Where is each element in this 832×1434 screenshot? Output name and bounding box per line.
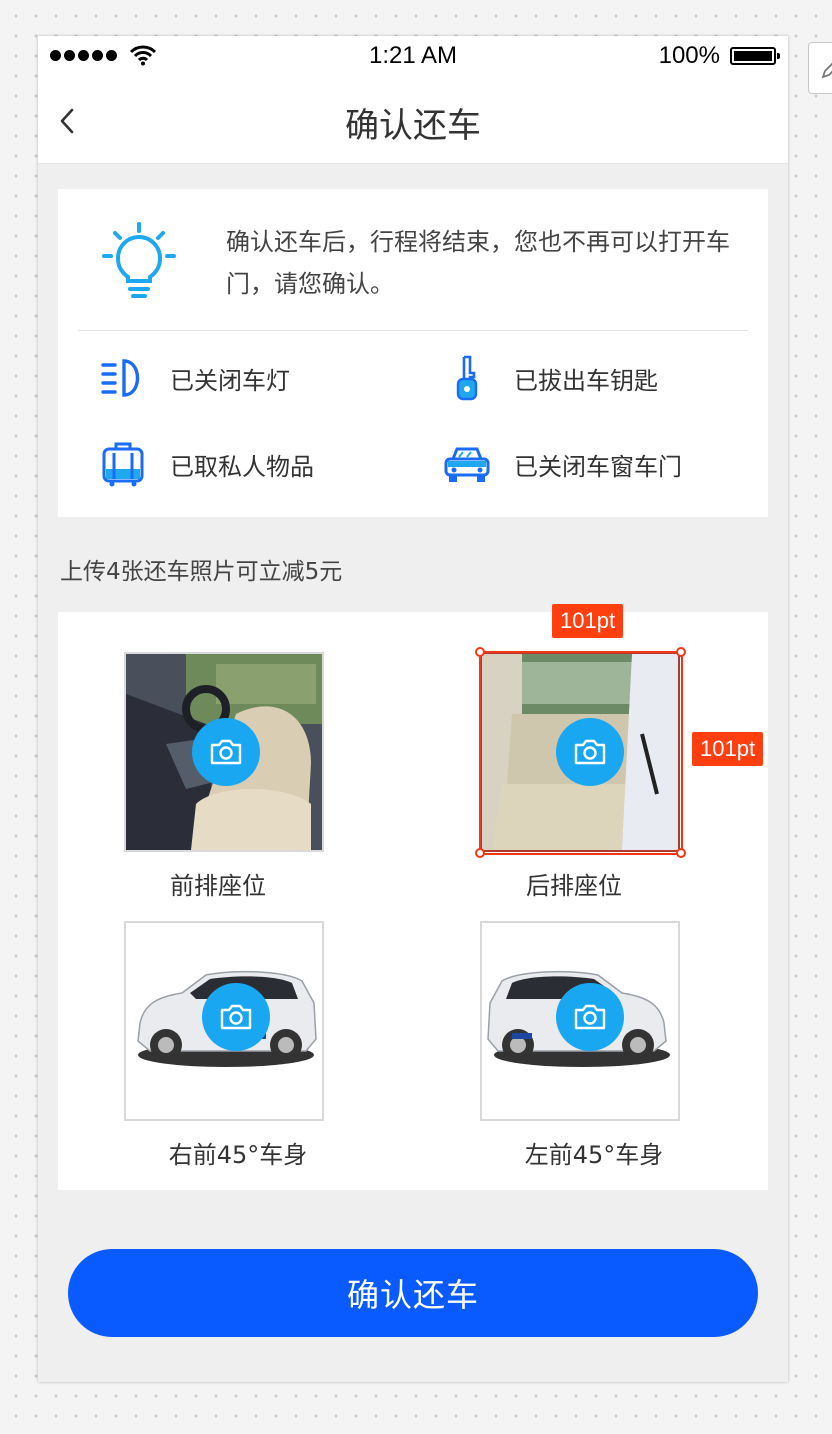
battery-icon <box>730 47 780 65</box>
camera-icon[interactable] <box>192 718 260 786</box>
photo-label: 后排座位 <box>526 872 622 900</box>
check-label: 已拔出车钥匙 <box>514 366 658 395</box>
front-seat-photo[interactable] <box>124 652 324 852</box>
lightbulb-icon <box>102 222 176 298</box>
photo-label: 前排座位 <box>170 872 266 900</box>
resize-handle[interactable] <box>475 848 485 858</box>
photo-label: 左前45°车身 <box>524 1141 664 1169</box>
resize-handle[interactable] <box>475 647 485 657</box>
check-windows-doors: 已关闭车窗车门 <box>442 439 682 489</box>
photo-label: 右前45°车身 <box>168 1141 308 1169</box>
luggage-icon <box>98 439 148 489</box>
car-front-icon <box>442 439 492 489</box>
confirm-return-button[interactable]: 确认还车 <box>68 1249 758 1337</box>
car-right-front-photo[interactable] <box>124 921 324 1121</box>
check-label: 已关闭车灯 <box>170 366 290 395</box>
pen-icon <box>821 62 832 79</box>
check-label: 已关闭车窗车门 <box>514 452 682 481</box>
headlight-icon <box>98 353 148 403</box>
pen-tool-button[interactable] <box>808 42 832 94</box>
resize-handle[interactable] <box>676 848 686 858</box>
check-belongings: 已取私人物品 <box>98 439 314 489</box>
resize-handle[interactable] <box>676 647 686 657</box>
selection-outline <box>479 651 683 855</box>
height-measure-badge: 101pt <box>692 732 764 766</box>
upload-hint: 上传4张还车照片可立减5元 <box>60 559 343 585</box>
check-headlights: 已关闭车灯 <box>98 353 290 403</box>
nav-bar: 确认还车 <box>38 76 788 164</box>
check-key: 已拔出车钥匙 <box>442 353 658 403</box>
page-title: 确认还车 <box>345 106 481 146</box>
car-key-icon <box>442 353 492 403</box>
width-measure-badge: 101pt <box>552 604 624 638</box>
camera-icon[interactable] <box>202 983 270 1051</box>
return-checklist-card: 确认还车后，行程将结束，您也不再可以打开车门，请您确认。 已关闭车灯 已拔出车钥… <box>58 189 768 517</box>
car-left-front-photo[interactable] <box>480 921 680 1121</box>
battery-percent: 100% <box>658 42 720 69</box>
tip-text: 确认还车后，行程将结束，您也不再可以打开车门，请您确认。 <box>226 228 730 298</box>
status-bar: 1:21 AM 100% <box>38 36 788 76</box>
divider <box>78 330 748 331</box>
check-label: 已取私人物品 <box>170 452 314 481</box>
camera-icon[interactable] <box>556 983 624 1051</box>
